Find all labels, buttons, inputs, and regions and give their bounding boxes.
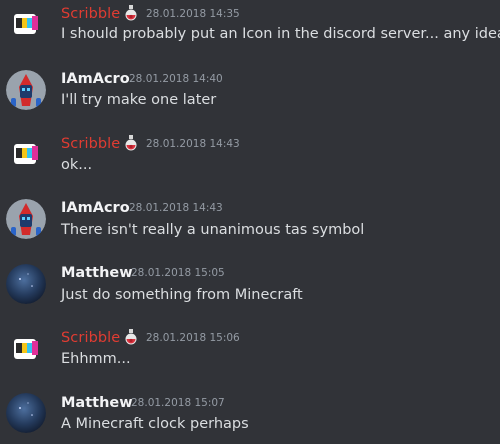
timestamp: 28.01.2018 15:07 (131, 397, 225, 409)
author-name[interactable]: Scribble (61, 135, 120, 153)
matthew-avatar[interactable] (6, 393, 46, 433)
author-name[interactable]: Matthew (61, 264, 133, 282)
author-name[interactable]: Scribble (61, 329, 120, 347)
iamacro-avatar[interactable] (6, 70, 46, 110)
matthew-avatar[interactable] (6, 264, 46, 304)
timestamp: 28.01.2018 14:35 (146, 8, 240, 20)
message-text: ok... (61, 157, 93, 173)
scribble-avatar[interactable] (6, 4, 46, 44)
iamacro-avatar[interactable] (6, 199, 46, 239)
scribble-avatar[interactable] (6, 134, 46, 174)
author-name[interactable]: Scribble (61, 5, 120, 23)
message-text: There isn't really a unanimous tas symbo… (61, 222, 365, 238)
author-name[interactable]: Matthew (61, 394, 133, 412)
timestamp: 28.01.2018 14:43 (146, 138, 240, 150)
potion-icon (123, 328, 139, 346)
timestamp: 28.01.2018 15:06 (146, 332, 240, 344)
timestamp: 28.01.2018 15:05 (131, 267, 225, 279)
timestamp: 28.01.2018 14:43 (129, 202, 223, 214)
message-text: Just do something from Minecraft (61, 287, 303, 303)
message-text: A Minecraft clock perhaps (61, 416, 249, 432)
timestamp: 28.01.2018 14:40 (129, 73, 223, 85)
author-name[interactable]: IAmAcro (61, 70, 130, 88)
message-text: Ehhmm... (61, 351, 131, 367)
message-text: I should probably put an Icon in the dis… (61, 26, 500, 42)
message-text: I'll try make one later (61, 92, 217, 108)
potion-icon (123, 4, 139, 22)
author-name[interactable]: IAmAcro (61, 199, 130, 217)
scribble-avatar[interactable] (6, 329, 46, 369)
potion-icon (123, 134, 139, 152)
